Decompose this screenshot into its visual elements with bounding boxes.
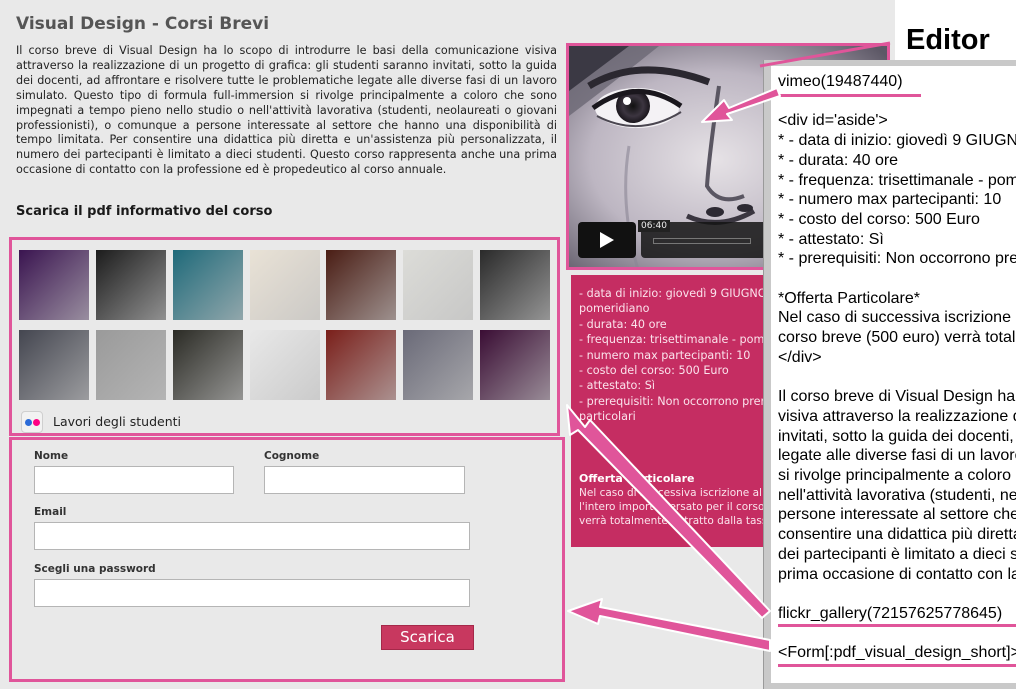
aside-item: - data di inizio: giovedì 9 GIUGNO ore 1… [579, 287, 767, 300]
editor-title: Editor [906, 24, 990, 56]
editor-content[interactable]: vimeo(19487440) <div id='aside'> * - data … [771, 66, 1016, 683]
gallery-thumbnail[interactable] [173, 330, 243, 400]
editor-line: * - numero max partecipanti: 10 [778, 191, 1002, 209]
password-label: Scegli una password [34, 563, 156, 575]
gallery-thumbnail[interactable] [326, 330, 396, 400]
editor-line: dei partecipanti è limitato a dieci stud… [778, 545, 1016, 563]
email-field[interactable] [34, 522, 470, 550]
gallery-label: Lavori degli studenti [53, 414, 181, 429]
gallery-thumbnail[interactable] [173, 250, 243, 320]
cognome-field[interactable] [264, 466, 465, 494]
password-field[interactable] [34, 579, 470, 607]
aside-item: pomeridiano [579, 302, 650, 316]
offer-text: Nel caso di successiva iscrizione al cor… [579, 486, 767, 528]
editor-line: prima occasione di contatto con la profe… [778, 565, 1016, 583]
offer-line: l'intero importo versato per il corso br… [579, 501, 767, 513]
aside-course-info: - data di inizio: giovedì 9 GIUGNO ore 1… [571, 275, 767, 547]
gallery-thumbnail[interactable] [403, 250, 473, 320]
aside-item: - costo del corso: 500 Euro [579, 364, 729, 378]
gallery-thumbnail[interactable] [19, 330, 89, 400]
editor-line: <div id='aside'> [778, 112, 888, 130]
editor-line: *Offerta Particolare* [778, 289, 920, 307]
aside-item: - durata: 40 ore [579, 317, 667, 331]
gallery-thumbnail[interactable] [403, 330, 473, 400]
editor-line: * - data di inizio: giovedì 9 GIUGNO [778, 132, 1016, 150]
progress-track [653, 238, 751, 244]
editor-line: corso breve (500 euro) verrà totalmente [778, 329, 1016, 347]
editor-line: * - costo del corso: 500 Euro [778, 210, 980, 228]
page-title: Visual Design - Corsi Brevi [16, 14, 270, 34]
editor-line: visiva attraverso la realizzazione di un… [778, 407, 1016, 425]
editor-line: Nel caso di successiva iscrizione al cor… [778, 309, 1016, 327]
intro-paragraph: Il corso breve di Visual Design ha lo sc… [16, 44, 557, 177]
editor-flickr-line: flickr_gallery(72157625778645) [778, 605, 1003, 622]
submit-button[interactable]: Scarica [381, 625, 474, 650]
form-line-underline [778, 664, 1016, 667]
video-time: 06:40 [638, 220, 670, 232]
pdf-download-link[interactable]: Scarica il pdf informativo del corso [16, 204, 272, 219]
editor-line: * - attestato: Sì [778, 230, 884, 248]
gallery-thumbnail[interactable] [96, 330, 166, 400]
email-label: Email [34, 506, 67, 518]
aside-item: particolari [579, 410, 636, 424]
seek-bar[interactable]: 06:40 [638, 220, 768, 258]
editor-line: legate alle diverse fasi di un lavoro si… [778, 447, 1016, 465]
editor-line: vimeo(19487440) [778, 73, 903, 90]
editor-line: Il corso breve di Visual Design ha lo sc… [778, 388, 1016, 406]
offer-line: verrà totalmente detratto dalla tassa [579, 515, 767, 527]
aside-item: - prerequisiti: Non occorrono prerequisi… [579, 394, 767, 408]
gallery-thumbnail[interactable] [326, 250, 396, 320]
editor-line: * - prerequisiti: Non occorrono prerequi… [778, 250, 1016, 268]
editor-line: consentire una didattica più diretta [778, 526, 1016, 544]
gallery-thumbnail[interactable] [250, 330, 320, 400]
gallery-thumbnail[interactable] [96, 250, 166, 320]
editor-line: si rivolge principalmente a coloro che s… [778, 467, 1016, 484]
video-controls: 06:40 [578, 220, 768, 258]
aside-item: - frequenza: trisettimanale - pomeridian… [579, 333, 767, 347]
aside-item: - attestato: Sì [579, 379, 655, 393]
editor-line: </div> [778, 348, 822, 366]
gallery-thumbnail[interactable] [480, 250, 550, 320]
nome-field[interactable] [34, 466, 234, 494]
editor-line: invitati, sotto la guida dei docenti, ad [778, 427, 1016, 445]
offer-title: Offerta Particolare [579, 472, 695, 485]
gallery-thumbnail[interactable] [19, 250, 89, 320]
editor-line: nell'attività lavorativa (studenti, neol… [778, 486, 1016, 504]
editor-line: * - frequenza: trisettimanale - pomeridi… [778, 171, 1016, 189]
gallery-caption[interactable]: Lavori degli studenti [10, 406, 556, 436]
gallery-thumbnail[interactable] [480, 330, 550, 400]
aside-item: - numero max partecipanti: 10 [579, 348, 751, 362]
editor-form-line: <Form[:pdf_visual_design_short]> [778, 644, 1016, 661]
aside-list: - data di inizio: giovedì 9 GIUGNO ore 1… [579, 286, 767, 425]
play-icon [600, 232, 614, 248]
offer-line: Nel caso di successiva iscrizione al cor… [579, 487, 767, 499]
play-button[interactable] [578, 222, 636, 258]
gallery-thumbnail[interactable] [250, 250, 320, 320]
vimeo-line-underline [778, 94, 921, 97]
editor-line: * - durata: 40 ore [778, 151, 899, 169]
cognome-label: Cognome [264, 450, 320, 462]
flickr-line-underline [778, 624, 1016, 627]
nome-label: Nome [34, 450, 69, 462]
editor-line: persone interessate al settore che hanno [778, 506, 1016, 524]
flickr-icon [21, 411, 43, 433]
